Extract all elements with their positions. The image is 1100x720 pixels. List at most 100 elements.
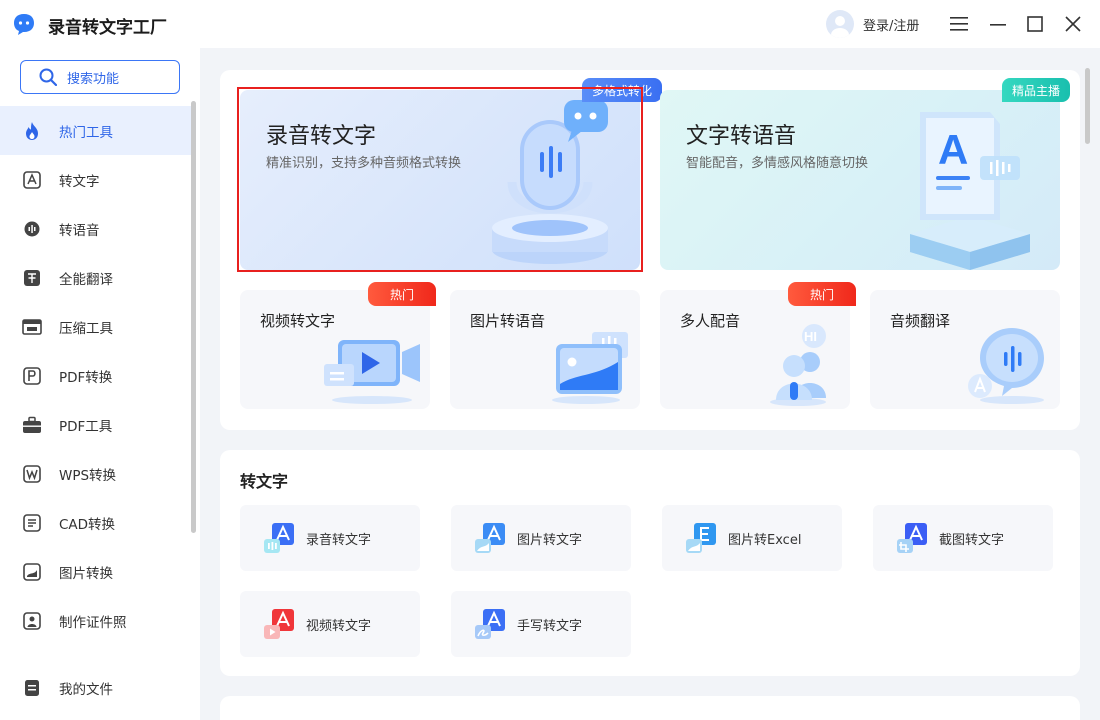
sidebar-item-pdf-convert[interactable]: PDF转换	[0, 351, 196, 400]
next-section-panel	[220, 696, 1080, 720]
func-label: 录音转文字	[306, 532, 372, 548]
sidebar-item-label: 制作证件照	[59, 614, 127, 631]
minimize-icon	[990, 24, 1006, 26]
main-scrollbar[interactable]	[1085, 68, 1090, 144]
voice-icon	[24, 221, 40, 236]
id-photo-icon	[23, 611, 41, 630]
sidebar-item-image-convert[interactable]: 图片转换	[0, 547, 196, 596]
search-function-label: 搜索功能	[67, 71, 120, 87]
screenshot-to-text-icon	[897, 523, 927, 553]
sidebar-item-label: 转文字	[59, 173, 100, 190]
close-button[interactable]	[1061, 12, 1085, 36]
flame-icon	[26, 121, 38, 140]
tool-card-title: 多人配音	[680, 312, 741, 330]
func-image-to-text[interactable]: 图片转文字	[451, 505, 631, 571]
hamburger-menu-icon	[950, 17, 968, 31]
func-label: 图片转文字	[517, 532, 583, 548]
maximize-button[interactable]	[1023, 12, 1047, 36]
tool-card-multi-voice-dubbing[interactable]: 多人配音 HI	[660, 290, 850, 409]
sidebar-item-compress[interactable]: 压缩工具	[0, 302, 196, 351]
image-icon	[23, 562, 41, 581]
sidebar-item-hot-tools[interactable]: 热门工具	[0, 106, 196, 155]
sidebar-item-label: 图片转换	[59, 565, 113, 582]
func-image-to-excel[interactable]: 图片转Excel	[662, 505, 842, 571]
hero-title: 录音转文字	[266, 124, 377, 149]
sidebar-item-my-files[interactable]: 我的文件	[0, 663, 196, 712]
section-title-to-text: 转文字	[240, 472, 289, 491]
menu-button[interactable]	[947, 12, 971, 36]
sidebar-item-label: WPS转换	[59, 467, 117, 484]
sidebar-item-label: PDF转换	[59, 369, 113, 386]
main-content: 录音转文字 精准识别，支持多种音频格式转换 多格式转化 文字转语音 智能配音，多…	[200, 48, 1100, 720]
to-text-panel: 转文字 录音转文字 图片转文字 图片转Excel 截图转文字 视频转文字 手写转…	[220, 450, 1080, 676]
login-register-link[interactable]: 登录/注册	[863, 15, 919, 34]
compress-icon	[22, 318, 42, 335]
translate-icon	[24, 269, 40, 286]
toolbox-icon	[23, 416, 41, 433]
app-logo-icon	[14, 14, 34, 35]
sidebar-item-label: 热门工具	[59, 124, 113, 141]
document-speech-illustration-icon: A	[910, 112, 1030, 270]
pdf-icon	[23, 366, 41, 385]
file-icon	[25, 679, 39, 696]
user-avatar[interactable]	[826, 10, 854, 38]
microphone-illustration-icon	[492, 100, 608, 264]
hero-subtitle: 智能配音，多情感风格随意切换	[686, 156, 869, 171]
minimize-button[interactable]	[986, 12, 1010, 36]
sidebar-item-translate[interactable]: 全能翻译	[0, 253, 196, 302]
func-label: 截图转文字	[939, 532, 1005, 548]
tool-card-audio-translation[interactable]: 音频翻译	[870, 290, 1060, 409]
sidebar-item-label: 压缩工具	[59, 320, 113, 337]
hot-tag: 热门	[788, 282, 856, 306]
app-title: 录音转文字工厂	[48, 18, 167, 38]
image-speech-icon	[552, 332, 628, 404]
search-function-button[interactable]: 搜索功能	[20, 60, 180, 94]
cad-icon	[23, 513, 41, 532]
tool-card-title: 视频转文字	[260, 312, 336, 330]
hot-tag: 热门	[368, 282, 436, 306]
hero-subtitle: 精准识别，支持多种音频格式转换	[266, 156, 462, 171]
hero-tag-premium-voice: 精品主播	[1002, 78, 1071, 102]
func-video-to-text[interactable]: 视频转文字	[240, 591, 420, 657]
func-label: 图片转Excel	[728, 532, 802, 548]
hero-card-audio-to-text[interactable]: 录音转文字 精准识别，支持多种音频格式转换	[240, 90, 640, 270]
sidebar-item-label: 全能翻译	[59, 271, 113, 288]
tool-card-video-to-text[interactable]: 视频转文字	[240, 290, 430, 409]
sidebar-item-id-photo[interactable]: 制作证件照	[0, 596, 196, 645]
tool-card-title: 音频翻译	[890, 312, 951, 330]
sidebar-item-label: 转语音	[59, 222, 100, 239]
sidebar-item-cad-convert[interactable]: CAD转换	[0, 498, 196, 547]
letter-a-art: A	[938, 126, 968, 173]
hot-tools-panel: 录音转文字 精准识别，支持多种音频格式转换 多格式转化 文字转语音 智能配音，多…	[220, 70, 1080, 430]
video-to-text-icon	[264, 609, 294, 639]
tool-card-title: 图片转语音	[470, 312, 546, 330]
sidebar-scrollbar[interactable]	[191, 101, 196, 533]
hero-title: 文字转语音	[686, 124, 797, 149]
func-audio-to-text[interactable]: 录音转文字	[240, 505, 420, 571]
audio-to-text-icon	[264, 523, 294, 553]
hero-card-text-to-speech[interactable]: 文字转语音 智能配音，多情感风格随意切换 A	[660, 90, 1060, 270]
sidebar-item-to-speech[interactable]: 转语音	[0, 204, 196, 253]
tool-card-image-to-speech[interactable]: 图片转语音	[450, 290, 640, 409]
sidebar-nav: 热门工具 转文字 转语音 全能翻译 压缩工具 PDF转换 PDF工具 WPS转换…	[0, 106, 196, 645]
maximize-icon	[1027, 16, 1043, 32]
sidebar-item-label: PDF工具	[59, 418, 113, 435]
func-handwriting-to-text[interactable]: 手写转文字	[451, 591, 631, 657]
audio-translate-icon	[968, 328, 1044, 404]
sidebar-item-pdf-tools[interactable]: PDF工具	[0, 400, 196, 449]
image-to-excel-icon	[686, 523, 716, 553]
search-icon	[39, 68, 57, 86]
video-camera-icon	[324, 340, 420, 404]
user-icon	[831, 16, 849, 38]
my-files-label: 我的文件	[59, 681, 113, 698]
hero-tag-multi-format: 多格式转化	[582, 78, 663, 102]
close-icon	[1065, 16, 1081, 32]
sidebar-item-to-text[interactable]: 转文字	[0, 155, 196, 204]
sidebar-item-wps-convert[interactable]: WPS转换	[0, 449, 196, 498]
func-screenshot-to-text[interactable]: 截图转文字	[873, 505, 1053, 571]
func-label: 视频转文字	[306, 618, 372, 634]
title-bar: 录音转文字工厂 登录/注册	[0, 0, 1100, 48]
func-label: 手写转文字	[517, 618, 583, 634]
wps-icon	[23, 464, 41, 483]
sidebar: 搜索功能 热门工具 转文字 转语音 全能翻译 压缩工具 PDF转换 PDF工具 …	[0, 48, 200, 720]
